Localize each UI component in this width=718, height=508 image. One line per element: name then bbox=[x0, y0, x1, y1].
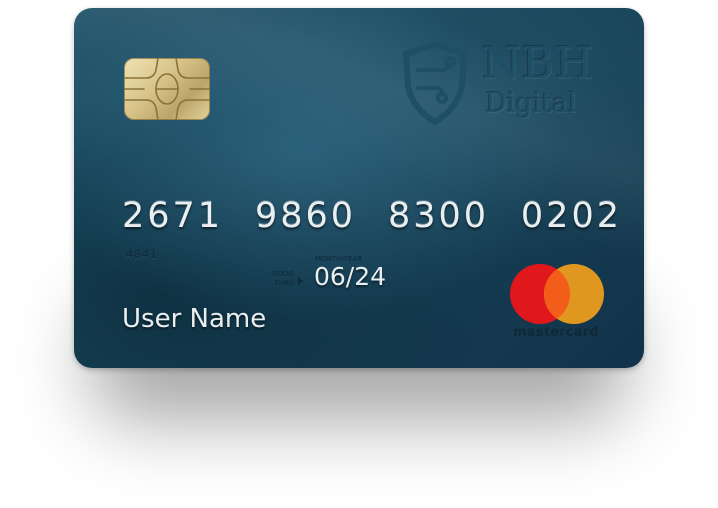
mastercard-overlap bbox=[544, 264, 604, 324]
card-number-group-4: 0202 bbox=[520, 196, 622, 236]
good-thru-label: GOOD THRU bbox=[272, 270, 294, 287]
brand-title: NBH bbox=[482, 38, 595, 89]
shield-logo-icon bbox=[403, 41, 467, 125]
arrow-right-icon bbox=[298, 277, 303, 285]
card-number-group-3: 8300 bbox=[387, 196, 490, 236]
expiry-date: 06/24 bbox=[314, 262, 387, 291]
brand-subtitle: Digital bbox=[485, 88, 577, 119]
small-code: 4841 bbox=[126, 248, 158, 261]
card-holder-name: User Name bbox=[122, 304, 267, 334]
network-name: mastercard bbox=[513, 325, 599, 340]
card-number: 2671 9860 8300 0202 bbox=[122, 196, 622, 236]
stage: NBH Digital 2671 9860 8300 0202 4841 GOO… bbox=[0, 0, 718, 508]
brand-logo: NBH Digital bbox=[402, 38, 612, 128]
card-number-group-2: 9860 bbox=[254, 196, 357, 236]
card-number-group-1: 2671 bbox=[122, 196, 224, 236]
credit-card: NBH Digital 2671 9860 8300 0202 4841 GOO… bbox=[74, 8, 644, 368]
chip-icon bbox=[124, 58, 210, 120]
mastercard-logo-icon: mastercard bbox=[508, 264, 604, 344]
